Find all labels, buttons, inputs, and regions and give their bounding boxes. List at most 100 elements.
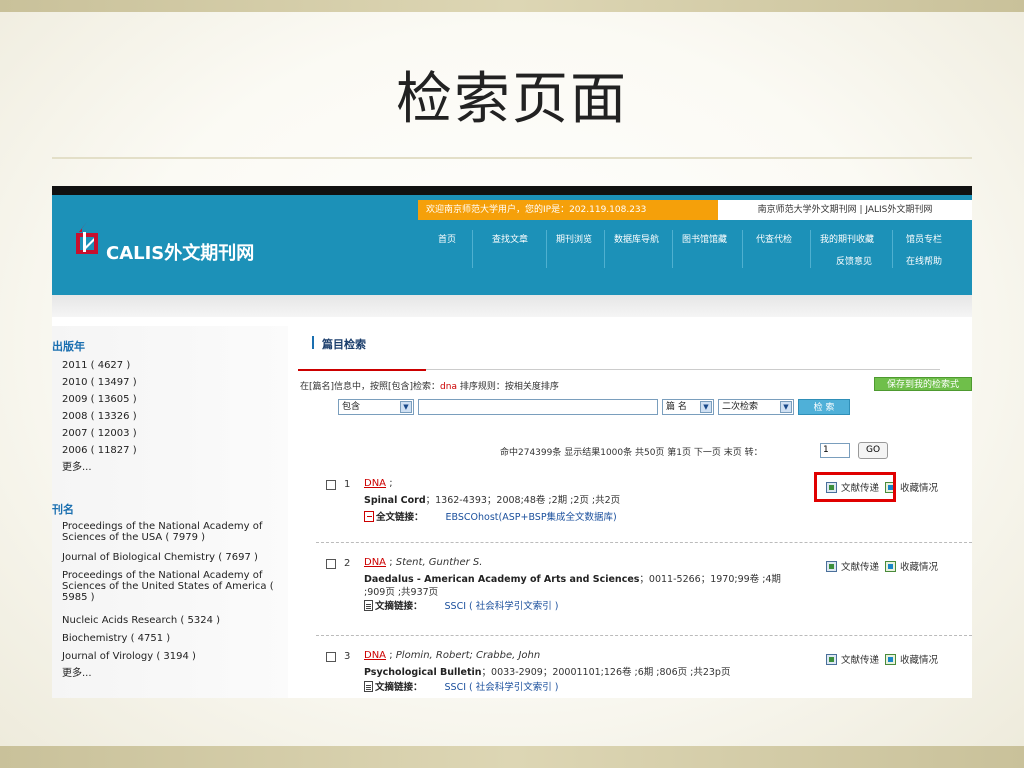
field-select-value: 篇 名 (666, 402, 687, 412)
result-stats: 命中274399条 显示结果1000条 共50页 第1页 下一页 末页 转： (500, 448, 763, 458)
result-link-source[interactable]: SSCI ( 社会科学引文索引 ) (445, 601, 559, 612)
facet-journal-item[interactable]: Journal of Biological Chemistry ( 7697 ) (62, 552, 284, 563)
facet-journal-item[interactable]: Proceedings of the National Academy of S… (62, 570, 284, 603)
document-delivery-link[interactable]: 文献传递 (841, 562, 879, 573)
result-fulltext-link: 全文链接： EBSCOhost(ASP+BSP集成全文数据库) (364, 509, 617, 523)
facet-year-item[interactable]: 2011 ( 4627 ) (62, 360, 284, 371)
collection-icon (885, 654, 897, 665)
nav-my-journals[interactable]: 我的期刊收藏 (820, 232, 874, 245)
result-title-line: DNA ; Plomin, Robert; Crabbe, John (364, 650, 541, 661)
document-icon (364, 681, 373, 692)
nav-find-articles[interactable]: 查找文章 (492, 232, 528, 245)
nav-separator (810, 230, 811, 268)
facet-year-item[interactable]: 2007 ( 12003 ) (62, 428, 284, 439)
facet-year-item[interactable]: 2009 ( 13605 ) (62, 394, 284, 405)
result-link-label: 文摘链接： (375, 601, 423, 612)
pdf-icon (364, 511, 374, 522)
page-jump-input[interactable]: 1 (820, 443, 850, 458)
logo-text: CALIS外文期刊网 (106, 243, 255, 264)
result-journal[interactable]: Spinal Cord (364, 495, 426, 506)
result-citation: Psychological Bulletin；0033-2909；2000110… (364, 664, 730, 678)
match-type-select[interactable]: 包含 ▼ (338, 399, 414, 415)
result-checkbox[interactable] (326, 480, 336, 490)
result-title-line: DNA ; (364, 478, 393, 489)
go-button[interactable]: GO (858, 442, 888, 459)
slide-bottom-band (0, 746, 1024, 768)
facet-journal-more-link[interactable]: 更多... (62, 668, 284, 679)
nav-proxy-search[interactable]: 代查代检 (756, 232, 792, 245)
facet-journal-item[interactable]: Proceedings of the National Academy of S… (62, 521, 284, 543)
collection-status-link[interactable]: 收藏情况 (900, 483, 938, 494)
document-delivery-icon (826, 654, 837, 665)
collection-icon (885, 561, 897, 572)
result-abstract-link: 文摘链接： SSCI ( 社会科学引文索引 ) (364, 598, 558, 612)
result-number: 2 (344, 558, 351, 569)
document-delivery-icon (826, 561, 837, 572)
facet-journal-heading: 刊名 (52, 503, 74, 516)
result-link-source[interactable]: SSCI ( 社会科学引文索引 ) (445, 682, 559, 693)
result-divider (316, 635, 972, 637)
search-button[interactable]: 检 索 (798, 399, 850, 415)
result-title-link[interactable]: DNA (364, 557, 386, 568)
nav-librarian-column[interactable]: 馆员专栏 (906, 232, 942, 245)
nav-feedback[interactable]: 反馈意见 (836, 254, 872, 267)
facet-year-item[interactable]: 2010 ( 13497 ) (62, 377, 284, 388)
nav-separator (892, 230, 893, 268)
facet-year-item[interactable]: 2008 ( 13326 ) (62, 411, 284, 422)
result-number: 1 (344, 479, 351, 490)
calis-logo-icon (76, 222, 98, 254)
section-title: 篇目检索 (322, 338, 366, 351)
slide-title: 检索页面 (396, 67, 628, 132)
nav-separator (742, 230, 743, 268)
header-top-bar (52, 186, 972, 195)
screenshot-frame: 欢迎南京师范大学用户，您的IP是：202.119.108.233 南京师范大学外… (52, 186, 972, 698)
nav-journal-browse[interactable]: 期刊浏览 (556, 232, 592, 245)
result-title-link[interactable]: DNA (364, 478, 386, 489)
nav-separator (672, 230, 673, 268)
result-row: 2 DNA ; Stent, Gunther S. Daedalus - Ame… (298, 555, 972, 625)
search-info: 在[篇名]信息中，按照[包含]检索：dna 排序规则：按相关度排序 (300, 379, 559, 392)
result-link-label: 全文链接： (376, 512, 424, 523)
collection-status-link[interactable]: 收藏情况 (900, 655, 938, 666)
secondary-search-select[interactable]: 二次检索 ▼ (718, 399, 794, 415)
facet-journal-item[interactable]: Nucleic Acids Research ( 5324 ) (62, 615, 284, 626)
result-citation: Daedalus - American Academy of Arts and … (364, 571, 781, 585)
welcome-message: 欢迎南京师范大学用户，您的IP是：202.119.108.233 (418, 200, 718, 220)
nav-separator (472, 230, 473, 268)
nav-library-holdings[interactable]: 图书馆馆藏 (682, 232, 727, 245)
search-info-prefix: 在[篇名]信息中，按照[包含]检索： (300, 382, 441, 392)
result-title-line: DNA ; Stent, Gunther S. (364, 557, 483, 568)
field-select[interactable]: 篇 名 ▼ (662, 399, 714, 415)
facet-journal-item[interactable]: Journal of Virology ( 3194 ) (62, 651, 284, 662)
result-checkbox[interactable] (326, 559, 336, 569)
site-name[interactable]: 南京师范大学外文期刊网 | JALIS外文期刊网 (718, 200, 972, 220)
result-title-link[interactable]: DNA (364, 650, 386, 661)
match-type-value: 包含 (342, 402, 361, 412)
chevron-down-icon: ▼ (780, 401, 792, 413)
result-pages: ;909页 ;共937页 (364, 587, 439, 598)
secondary-search-value: 二次检索 (722, 402, 759, 412)
main-nav: 首页 查找文章 期刊浏览 数据库导航 图书馆馆藏 代查代检 我的期刊收藏 馆员专… (418, 220, 972, 295)
document-delivery-link[interactable]: 文献传递 (841, 655, 879, 666)
facet-journal-item[interactable]: Biochemistry ( 4751 ) (62, 633, 284, 644)
result-details: ；0033-2909；20001101;126卷 ;6期 ;806页 ;共23p… (481, 667, 731, 678)
nav-database-guide[interactable]: 数据库导航 (614, 232, 659, 245)
chevron-down-icon: ▼ (700, 401, 712, 413)
nav-home[interactable]: 首页 (438, 232, 456, 245)
collection-status-link[interactable]: 收藏情况 (900, 562, 938, 573)
nav-online-help[interactable]: 在线帮助 (906, 254, 942, 267)
facet-year-item[interactable]: 2006 ( 11827 ) (62, 445, 284, 456)
slide-top-band (0, 0, 1024, 12)
result-number: 3 (344, 651, 351, 662)
result-actions: 文献传递 收藏情况 (826, 559, 938, 573)
result-link-source[interactable]: EBSCOhost(ASP+BSP集成全文数据库) (446, 512, 617, 523)
result-link-label: 文摘链接： (375, 682, 423, 693)
facet-year-more-link[interactable]: 更多... (62, 462, 284, 473)
result-abstract-link: 文摘链接： SSCI ( 社会科学引文索引 ) (364, 679, 558, 693)
save-search-button[interactable]: 保存到我的检索式 (874, 377, 972, 391)
result-journal[interactable]: Psychological Bulletin (364, 667, 482, 678)
result-checkbox[interactable] (326, 652, 336, 662)
facet-sidebar: 出版年 2011 ( 4627 ) 2010 ( 13497 ) 2009 ( … (52, 326, 288, 698)
search-input[interactable] (418, 399, 658, 415)
result-authors: Stent, Gunther S. (395, 557, 483, 568)
